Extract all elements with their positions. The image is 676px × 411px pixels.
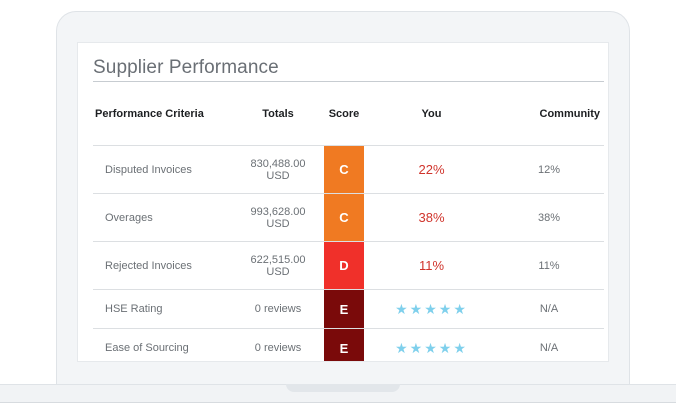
header-totals: Totals xyxy=(262,108,294,120)
community-cell: N/A xyxy=(494,328,604,361)
totals-unit: USD xyxy=(266,265,290,278)
totals-cell: 0 reviews xyxy=(223,289,319,329)
totals-amount: 622,515.00 xyxy=(250,253,306,266)
table-row: Ease of Sourcing 0 reviews E ★★★★★ N/A xyxy=(93,328,604,361)
table-row: Overages 993,628.00 USD C 38% 38% xyxy=(93,193,604,242)
table-row: HSE Rating 0 reviews E ★★★★★ N/A xyxy=(93,289,604,329)
grade-badge: C xyxy=(324,146,364,193)
header-criteria: Performance Criteria xyxy=(95,108,204,120)
totals-amount: 830,488.00 xyxy=(250,157,306,170)
title-divider xyxy=(93,81,604,82)
performance-table: Performance Criteria Totals Score You Co… xyxy=(93,83,604,361)
table-row: Rejected Invoices 622,515.00 USD D 11% 1… xyxy=(93,241,604,290)
score-cell: E xyxy=(319,328,369,361)
grade-badge: C xyxy=(324,194,364,241)
criteria-cell: HSE Rating xyxy=(93,289,223,329)
criteria-cell: Ease of Sourcing xyxy=(93,328,223,361)
totals-cell: 993,628.00 USD xyxy=(223,193,319,242)
header-you: You xyxy=(421,108,442,120)
laptop-screen: Supplier Performance Performance Criteri… xyxy=(77,42,609,362)
you-cell: 38% xyxy=(369,193,494,242)
community-cell: 38% xyxy=(494,193,604,242)
laptop-notch xyxy=(286,384,400,392)
you-cell: ★★★★★ xyxy=(369,328,494,361)
totals-cell: 622,515.00 USD xyxy=(223,241,319,290)
table-row: Disputed Invoices 830,488.00 USD C 22% 1… xyxy=(93,145,604,194)
criteria-cell: Rejected Invoices xyxy=(93,241,223,290)
score-cell: C xyxy=(319,145,369,194)
totals-cell: 0 reviews xyxy=(223,328,319,361)
star-rating-icon: ★★★★★ xyxy=(395,300,468,317)
you-percent: 38% xyxy=(418,210,445,225)
totals-unit: USD xyxy=(266,169,290,182)
you-percent: 22% xyxy=(418,162,445,177)
totals-unit: USD xyxy=(266,217,290,230)
criteria-cell: Disputed Invoices xyxy=(93,145,223,194)
community-cell: 12% xyxy=(494,145,604,194)
score-cell: E xyxy=(319,289,369,329)
table-header-row: Performance Criteria Totals Score You Co… xyxy=(93,83,604,146)
you-cell: 11% xyxy=(369,241,494,290)
you-cell: ★★★★★ xyxy=(369,289,494,329)
community-cell: 11% xyxy=(494,241,604,290)
community-cell: N/A xyxy=(494,289,604,329)
header-community: Community xyxy=(539,108,601,120)
you-percent: 11% xyxy=(418,258,445,273)
criteria-cell: Overages xyxy=(93,193,223,242)
star-rating-icon: ★★★★★ xyxy=(395,339,468,356)
totals-amount: 993,628.00 xyxy=(250,205,306,218)
panel-title: Supplier Performance xyxy=(93,57,279,78)
grade-badge: D xyxy=(324,242,364,289)
header-score: Score xyxy=(328,108,360,120)
grade-badge: E xyxy=(324,329,364,361)
grade-badge: E xyxy=(324,290,364,328)
score-cell: C xyxy=(319,193,369,242)
you-cell: 22% xyxy=(369,145,494,194)
score-cell: D xyxy=(319,241,369,290)
totals-cell: 830,488.00 USD xyxy=(223,145,319,194)
